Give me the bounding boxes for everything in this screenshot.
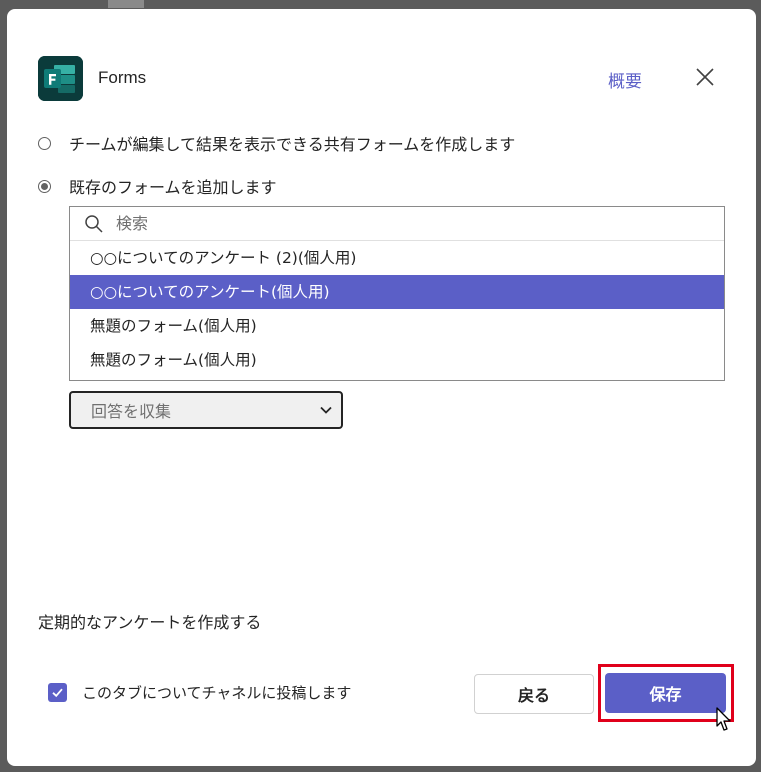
form-list-item[interactable]: ○○についてのアンケート (2)(個人用) (70, 241, 724, 275)
radio-label: チームが編集して結果を表示できる共有フォームを作成します (69, 135, 516, 154)
close-button[interactable] (694, 66, 716, 88)
checkmark-icon (52, 688, 63, 698)
save-button[interactable]: 保存 (605, 673, 726, 713)
forms-tab-dialog: Forms 概要 チームが編集して結果を表示できる共有フォームを作成します 既存… (7, 9, 756, 766)
chevron-down-icon (320, 406, 332, 414)
app-name: Forms (98, 68, 147, 87)
mode-select-value: 回答を収集 (91, 402, 172, 421)
form-list-item[interactable]: 無題のフォーム(個人用) (70, 309, 724, 343)
about-link[interactable]: 概要 (608, 67, 642, 92)
forms-app-logo-icon (38, 56, 83, 101)
post-to-channel-checkbox-row[interactable]: このタブについてチャネルに投稿します (48, 682, 351, 703)
backdrop-tab (108, 0, 144, 8)
radio-label: 既存のフォームを追加します (69, 178, 277, 197)
radio-button[interactable] (38, 136, 51, 150)
radio-button-selected[interactable] (38, 179, 51, 193)
radio-add-existing-form[interactable]: 既存のフォームを追加します (38, 174, 277, 198)
form-list-item-selected[interactable]: ○○についてのアンケート(個人用) (70, 275, 724, 309)
post-to-channel-checkbox[interactable] (48, 683, 67, 702)
close-icon (696, 68, 714, 86)
mouse-cursor-icon (716, 707, 731, 731)
form-list-item[interactable]: 無題のフォーム(個人用) (70, 343, 724, 377)
back-button[interactable]: 戻る (474, 674, 594, 714)
radio-create-shared-form[interactable]: チームが編集して結果を表示できる共有フォームを作成します (38, 131, 515, 155)
mode-select-dropdown[interactable]: 回答を収集 (69, 391, 343, 429)
recurring-survey-link[interactable]: 定期的なアンケートを作成する (38, 609, 261, 633)
search-input[interactable] (114, 213, 678, 234)
search-icon (85, 214, 103, 233)
search-row (70, 207, 724, 241)
post-to-channel-label: このタブについてチャネルに投稿します (82, 684, 352, 702)
form-picker-list: ○○についてのアンケート (2)(個人用) ○○についてのアンケート(個人用) … (69, 206, 725, 381)
